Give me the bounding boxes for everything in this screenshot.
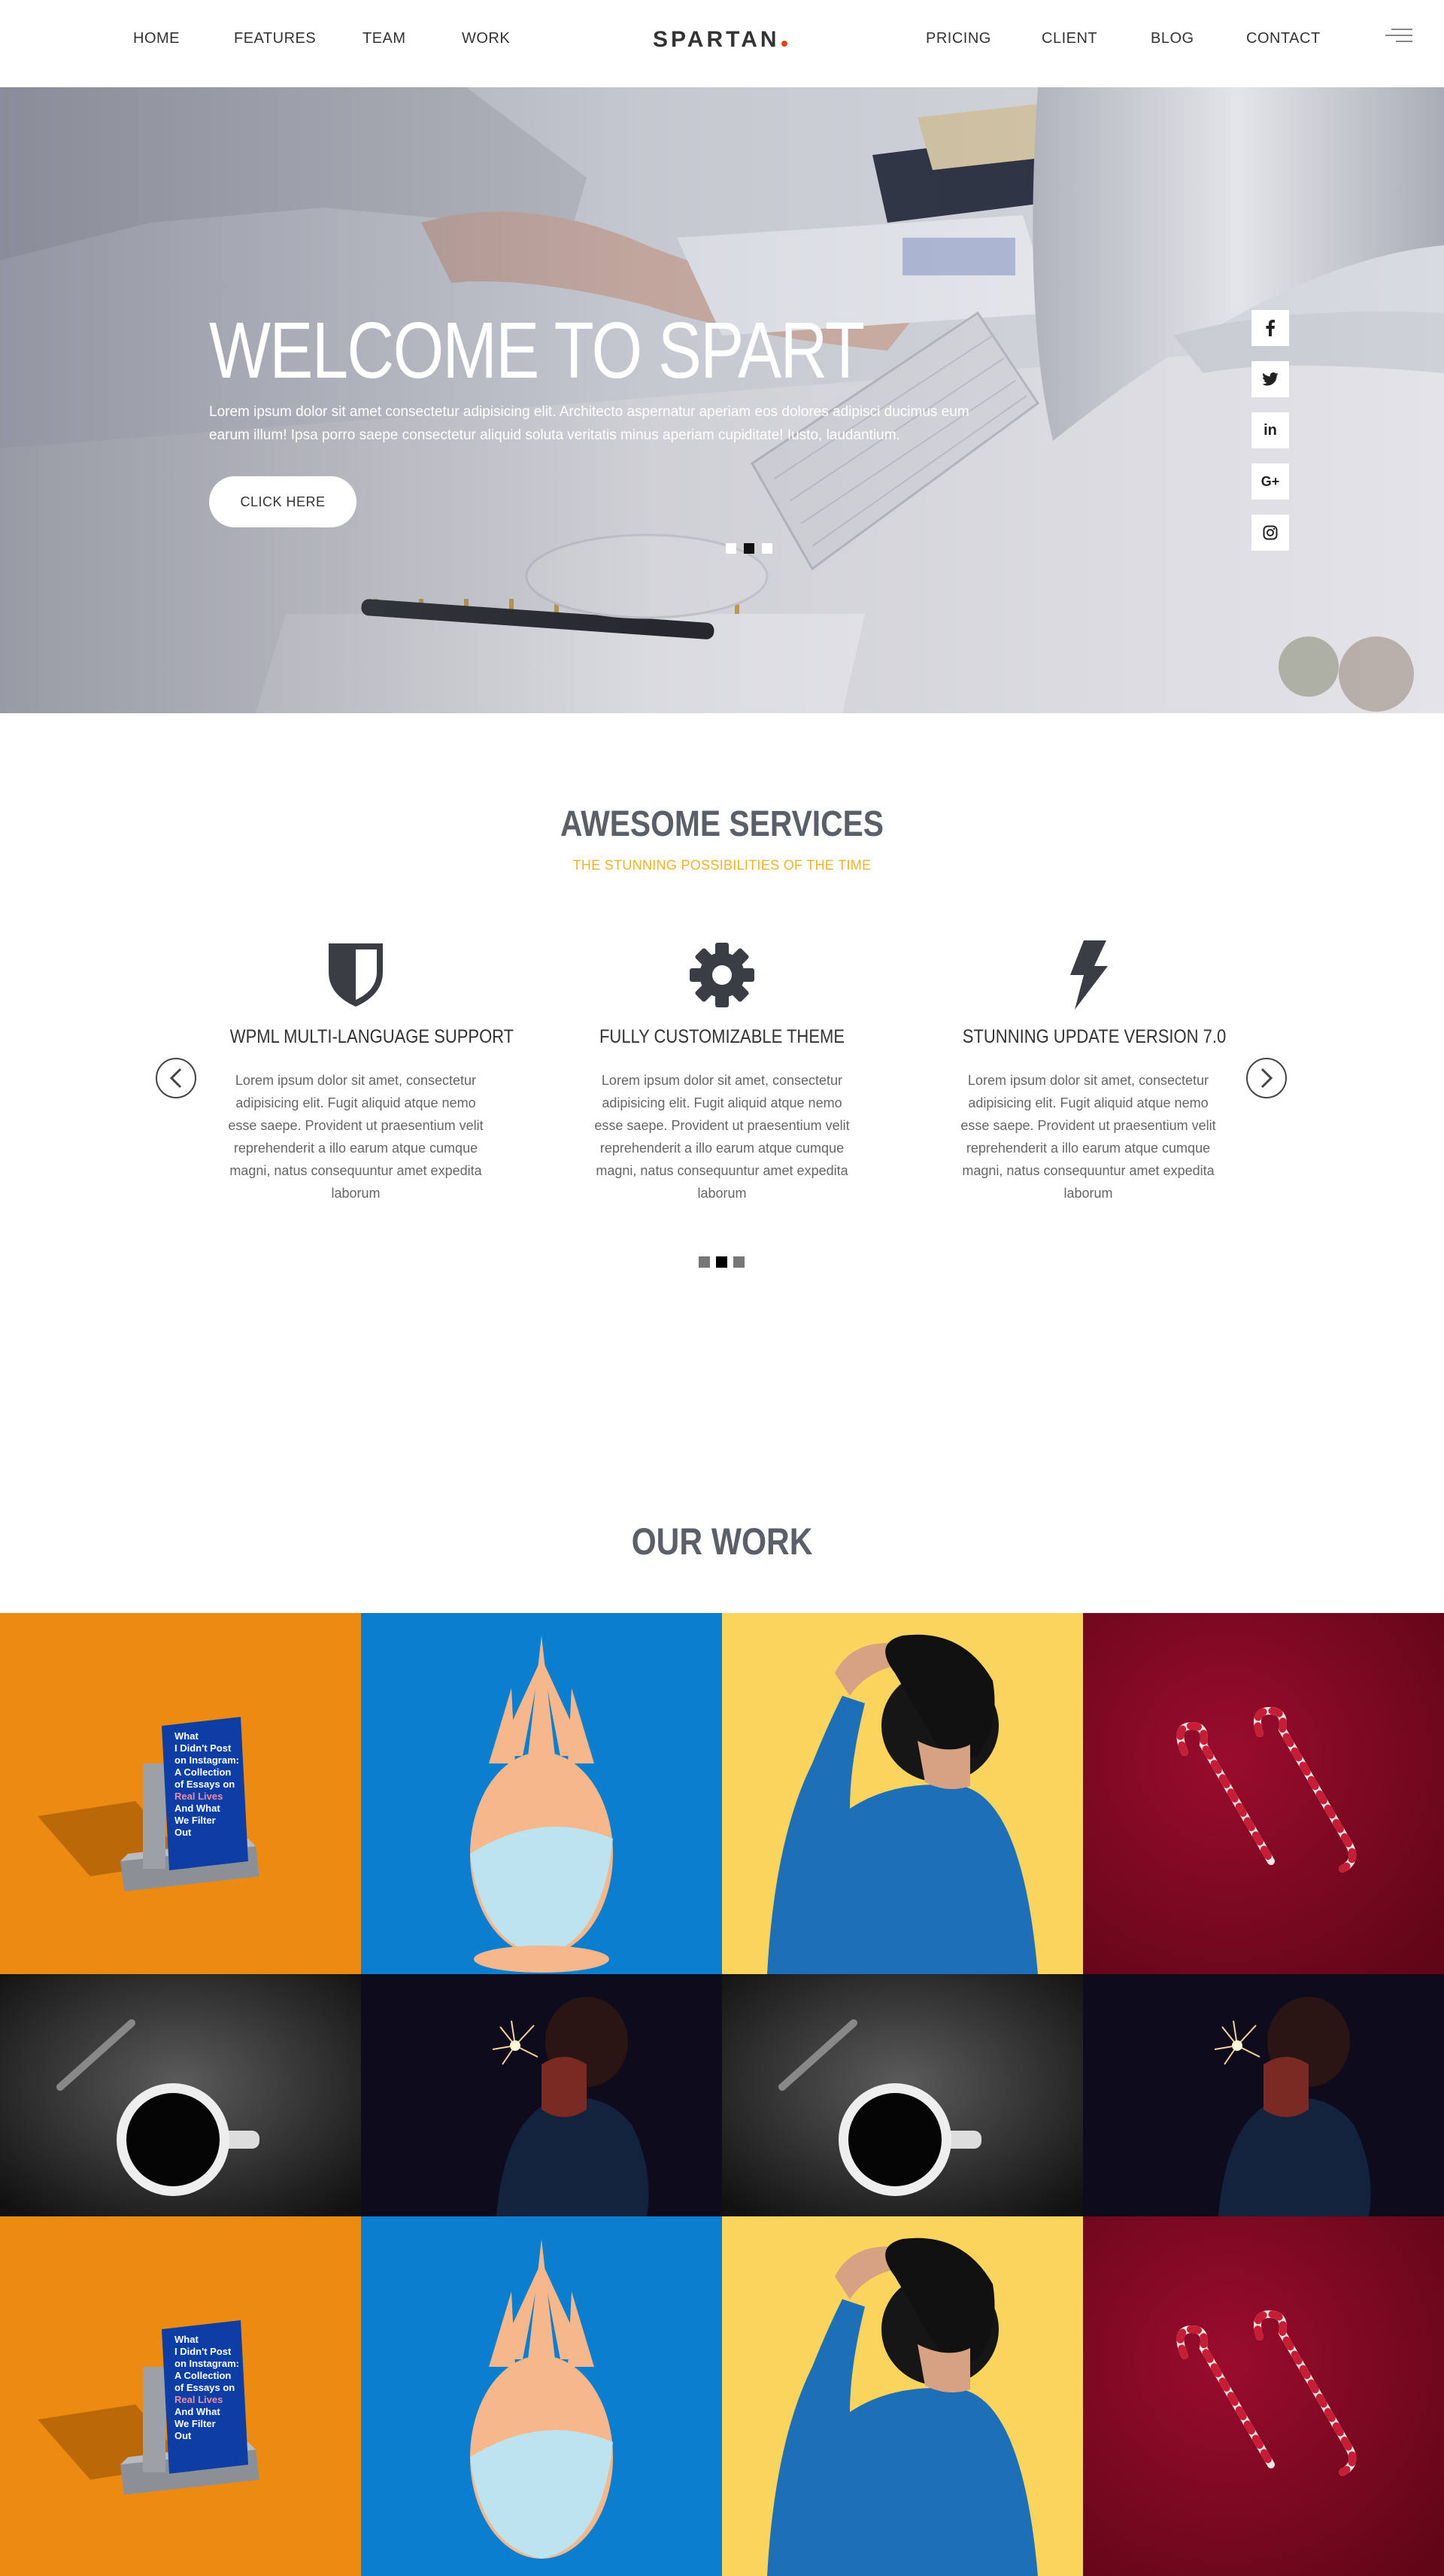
service-item: STUNNING UPDATE VERSION 7.0 Lorem ipsum …	[945, 940, 1231, 1204]
hero-slider: WELCOME TO SPART Lorem ipsum dolor sit a…	[0, 87, 1444, 713]
book-line: on Instagram:	[174, 2358, 239, 2369]
book-line: of Essays on	[174, 2382, 235, 2393]
brand-dot	[781, 41, 787, 47]
twitter-icon[interactable]	[1251, 361, 1289, 397]
social-links: in G+	[1251, 310, 1289, 551]
book-line: A Collection	[174, 1766, 231, 1778]
book-line: And What	[174, 2406, 220, 2417]
slide-dot[interactable]	[762, 543, 772, 554]
portfolio-item-coffee[interactable]	[722, 1974, 1083, 2216]
portfolio-item-sparkler[interactable]	[361, 1974, 722, 2216]
book-line: What	[174, 1730, 199, 1742]
services-page-indicators	[699, 1256, 745, 1268]
portfolio-item-pineapple[interactable]	[361, 1613, 722, 1974]
nav-link-blog[interactable]: BLOG	[1151, 30, 1194, 47]
service-text: Lorem ipsum dolor sit amet, consectetur …	[960, 1073, 1216, 1201]
work-title: OUR WORK	[631, 1520, 813, 1563]
hero-description: Lorem ipsum dolor sit amet consectetur a…	[209, 404, 969, 443]
slide-dot[interactable]	[726, 543, 736, 554]
brand-name: SPARTAN	[653, 27, 780, 52]
nav-link-contact[interactable]: CONTACT	[1246, 30, 1321, 47]
hero-slide-indicators	[726, 543, 772, 554]
book-line: Out	[174, 2430, 192, 2441]
nav-link-work[interactable]: WORK	[462, 30, 510, 47]
book-line: Real Lives	[174, 1791, 223, 1802]
book-line: We Filter	[174, 1815, 216, 1826]
facebook-icon[interactable]	[1251, 310, 1289, 346]
page-dot[interactable]	[733, 1256, 745, 1268]
portfolio-item-pineapple[interactable]	[361, 2216, 722, 2576]
click-here-button[interactable]: CLICK HERE	[209, 476, 356, 527]
book-line: of Essays on	[174, 1779, 235, 1790]
nav-link-features[interactable]: FEATURES	[234, 30, 316, 47]
nav-link-home[interactable]: HOME	[133, 30, 180, 47]
hamburger-icon[interactable]	[1385, 29, 1412, 44]
service-item: FULLY CUSTOMIZABLE THEME Lorem ipsum dol…	[579, 940, 865, 1204]
book-line: Out	[174, 1827, 192, 1838]
page-dot-active[interactable]	[716, 1256, 727, 1268]
instagram-icon[interactable]	[1251, 515, 1289, 551]
service-text: Lorem ipsum dolor sit amet, consectetur …	[594, 1073, 850, 1201]
book-line: I Didn't Post	[174, 2346, 232, 2357]
portfolio-item-coffee[interactable]	[0, 1974, 361, 2216]
shield-icon	[213, 940, 499, 1010]
nav-link-team[interactable]: TEAM	[363, 30, 406, 47]
nav-link-client[interactable]: CLIENT	[1042, 30, 1097, 47]
portfolio-item-candy[interactable]	[1083, 2216, 1444, 2576]
book-line: on Instagram:	[174, 1754, 239, 1766]
gear-icon	[579, 940, 865, 1010]
linkedin-icon[interactable]: in	[1251, 412, 1289, 448]
book-line: We Filter	[174, 2418, 216, 2429]
book-line: A Collection	[174, 2370, 231, 2381]
page-dot[interactable]	[699, 1256, 710, 1268]
portfolio-item-book[interactable]: What I Didn't Post on Instagram: A Colle…	[0, 1613, 361, 1974]
lightning-icon	[945, 940, 1231, 1010]
hero-title: WELCOME TO SPART	[209, 306, 865, 395]
chevron-left-icon[interactable]	[156, 1058, 196, 1098]
service-title: FULLY CUSTOMIZABLE THEME	[599, 1026, 845, 1047]
service-text: Lorem ipsum dolor sit amet, consectetur …	[228, 1073, 484, 1201]
book-line: Real Lives	[174, 2394, 223, 2405]
portfolio-item-sparkler[interactable]	[1083, 1974, 1444, 2216]
services-title: AWESOME SERVICES	[560, 804, 884, 844]
google-plus-icon[interactable]: G+	[1251, 463, 1289, 500]
top-navigation: HOME FEATURES TEAM WORK SPARTAN PRICING …	[0, 0, 1444, 87]
brand-logo[interactable]: SPARTAN	[653, 27, 787, 53]
portfolio-item-book[interactable]: What I Didn't Post on Instagram: A Colle…	[0, 2216, 361, 2576]
book-line: What	[174, 2334, 199, 2345]
service-title: WPML MULTI-LANGUAGE SUPPORT	[229, 1026, 514, 1047]
portfolio-item-candy[interactable]	[1083, 1613, 1444, 1974]
slide-dot-active[interactable]	[744, 543, 754, 554]
chevron-right-icon[interactable]	[1246, 1058, 1287, 1098]
book-line: And What	[174, 1803, 220, 1814]
portfolio-item-person[interactable]	[722, 2216, 1083, 2576]
service-item: WPML MULTI-LANGUAGE SUPPORT Lorem ipsum …	[213, 940, 514, 1204]
nav-link-pricing[interactable]: PRICING	[926, 30, 991, 47]
services-subtitle: THE STUNNING POSSIBILITIES OF THE TIME	[572, 858, 872, 873]
service-title: STUNNING UPDATE VERSION 7.0	[962, 1026, 1227, 1047]
book-line: I Didn't Post	[174, 1742, 232, 1754]
portfolio-item-person[interactable]	[722, 1613, 1083, 1974]
